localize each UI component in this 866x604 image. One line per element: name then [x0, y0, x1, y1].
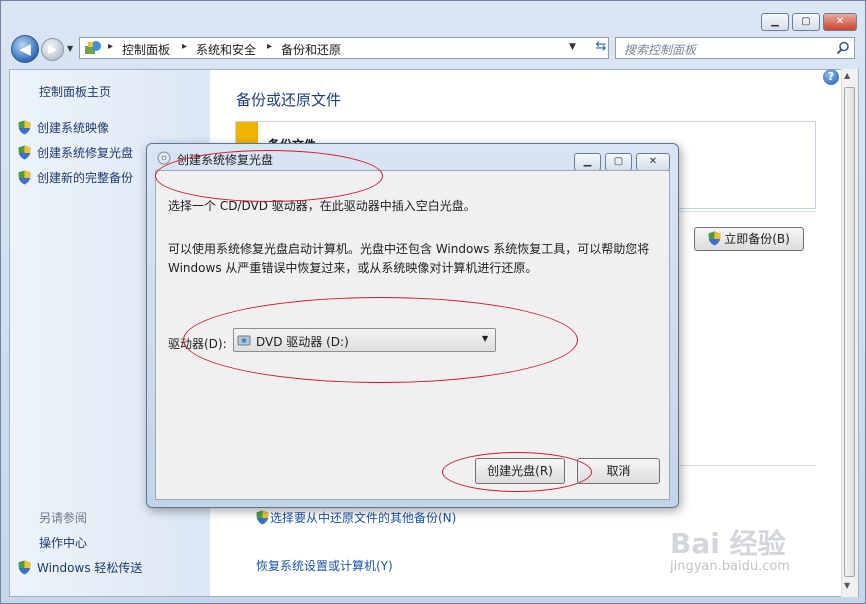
- sidebar-item-label: 创建系统映像: [37, 121, 110, 135]
- breadcrumb-backup-restore[interactable]: 备份和还原: [281, 41, 341, 58]
- cancel-button[interactable]: 取消: [577, 458, 660, 484]
- backup-now-button[interactable]: 立即备份(B): [694, 227, 804, 251]
- sidebar-item-create-repair-disc[interactable]: 创建系统修复光盘: [18, 144, 133, 161]
- breadcrumb-control-panel[interactable]: 控制面板: [122, 41, 170, 58]
- page-title: 备份或还原文件: [236, 91, 342, 109]
- chevron-down-icon[interactable]: ▼: [482, 334, 488, 343]
- arrow-left-icon: ◀: [19, 40, 31, 58]
- vertical-scrollbar[interactable]: ▲ ▼: [841, 69, 858, 597]
- uac-shield-icon: [18, 145, 31, 160]
- uac-shield-icon: [18, 560, 31, 575]
- sidebar-item-label: 创建系统修复光盘: [37, 146, 134, 160]
- dialog-close-button[interactable]: ✕: [636, 153, 670, 171]
- sidebar-item-easy-transfer[interactable]: Windows 轻松传送: [18, 559, 142, 576]
- see-also-heading: 另请参阅: [39, 511, 88, 525]
- minimize-button[interactable]: ▁: [761, 13, 789, 31]
- uac-shield-icon: [256, 510, 269, 525]
- watermark-url: jingyan.baidu.com: [670, 559, 790, 574]
- address-history-chevron-icon[interactable]: ▼: [569, 42, 576, 52]
- uac-shield-icon: [708, 231, 721, 246]
- dialog-instruction: 选择一个 CD/DVD 驱动器，在此驱动器中插入空白光盘。: [168, 199, 476, 213]
- search-input[interactable]: 搜索控制面板: [615, 37, 855, 59]
- disc-icon: [157, 151, 171, 165]
- sidebar-home-link[interactable]: 控制面板主页: [39, 83, 111, 100]
- sidebar-item-action-center[interactable]: 操作中心: [39, 534, 87, 551]
- dialog-body: 选择一个 CD/DVD 驱动器，在此驱动器中插入空白光盘。 可以使用系统修复光盘…: [155, 170, 670, 500]
- forward-button[interactable]: ▶: [41, 38, 64, 61]
- uac-shield-icon: [18, 170, 31, 185]
- divider: [678, 211, 816, 212]
- breadcrumb-system-security[interactable]: 系统和安全: [196, 41, 256, 58]
- dialog-minimize-button[interactable]: ▁: [574, 153, 601, 171]
- control-panel-icon: [85, 41, 101, 54]
- scroll-down-icon[interactable]: ▼: [844, 581, 850, 590]
- create-disc-button[interactable]: 创建光盘(R): [475, 458, 565, 484]
- refresh-icon[interactable]: ⇆: [591, 39, 611, 57]
- recent-pages-chevron-icon[interactable]: ▼: [67, 44, 73, 53]
- help-icon[interactable]: ?: [823, 69, 839, 85]
- sidebar-item-create-full-backup[interactable]: 创建新的完整备份: [18, 169, 133, 186]
- breadcrumb-separator: ▸: [108, 41, 114, 52]
- dialog-title: 创建系统修复光盘: [177, 153, 274, 167]
- sidebar-item-label: 创建新的完整备份: [37, 171, 134, 185]
- search-icon[interactable]: [836, 41, 850, 55]
- sidebar-item-create-system-image[interactable]: 创建系统映像: [18, 119, 109, 136]
- baidu-watermark: Bai 经验: [670, 527, 786, 560]
- address-bar[interactable]: ▸ 控制面板 ▸ 系统和安全 ▸ 备份和还原 ▼: [79, 37, 609, 59]
- maximize-button[interactable]: ▢: [792, 13, 820, 31]
- recover-system-link[interactable]: 恢复系统设置或计算机(Y): [256, 557, 393, 574]
- drive-select-value: DVD 驱动器 (D:): [256, 335, 349, 349]
- breadcrumb-separator: ▸: [267, 41, 273, 52]
- uac-shield-icon: [18, 120, 31, 135]
- restore-other-backup-link[interactable]: 选择要从中还原文件的其他备份(N): [256, 509, 456, 526]
- search-placeholder: 搜索控制面板: [624, 43, 697, 57]
- scroll-thumb[interactable]: [844, 87, 855, 577]
- close-button[interactable]: ✕: [823, 13, 857, 31]
- link-label: 选择要从中还原文件的其他备份(N): [270, 511, 457, 525]
- scroll-up-icon[interactable]: ▲: [844, 71, 850, 80]
- back-button[interactable]: ◀: [11, 35, 39, 63]
- backup-now-label: 立即备份(B): [724, 232, 790, 246]
- dialog-description-line1: 可以使用系统修复光盘启动计算机。光盘中还包含 Windows 系统恢复工具，可以…: [168, 242, 650, 256]
- drive-select[interactable]: DVD 驱动器 (D:) ▼: [233, 328, 496, 352]
- dialog-description-line2: Windows 从严重错误中恢复过来，或从系统映像对计算机进行还原。: [168, 261, 538, 275]
- dialog-maximize-button[interactable]: ▢: [605, 153, 632, 171]
- repair-disc-dialog: 创建系统修复光盘 ▁ ▢ ✕ 选择一个 CD/DVD 驱动器，在此驱动器中插入空…: [146, 143, 679, 508]
- drive-label: 驱动器(D):: [168, 337, 227, 351]
- arrow-right-icon: ▶: [47, 42, 58, 56]
- divider: [678, 465, 816, 466]
- breadcrumb-separator: ▸: [182, 41, 188, 52]
- dvd-drive-icon: [237, 335, 251, 346]
- sidebar-item-label: Windows 轻松传送: [37, 561, 143, 575]
